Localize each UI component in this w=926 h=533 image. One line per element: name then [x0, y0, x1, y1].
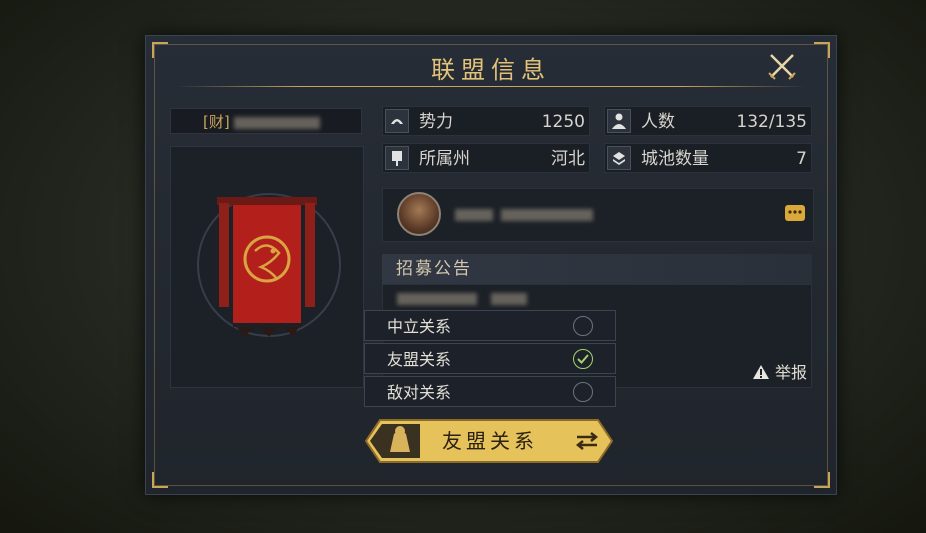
relation-option-neutral[interactable]: 中立关系: [364, 310, 616, 341]
radio-empty-icon: [573, 382, 593, 402]
redacted-leader-name: [501, 209, 593, 221]
warning-icon: [752, 365, 769, 379]
stat-members-value: 132/135: [736, 112, 807, 132]
stat-cities-label: 城池数量: [641, 149, 709, 169]
alliance-banner-frame: [170, 146, 364, 388]
power-icon: [385, 109, 409, 133]
relation-option-label: 敌对关系: [387, 383, 452, 402]
redacted-leader-name: [455, 209, 493, 221]
alliance-banner: [217, 197, 317, 337]
people-icon: [607, 109, 631, 133]
report-button[interactable]: 举报: [752, 359, 807, 383]
relation-toggle-button[interactable]: 友盟关系: [364, 418, 614, 464]
dialog-title: 联盟信息: [431, 56, 551, 84]
city-icon: [607, 146, 631, 170]
title-divider: [176, 86, 806, 87]
swap-arrows-icon: [575, 432, 599, 450]
stat-power-label: 势力: [419, 112, 453, 132]
stat-region-value: 河北: [551, 149, 585, 169]
stat-region-label: 所属州: [419, 149, 470, 169]
radio-empty-icon: [573, 316, 593, 336]
stat-members: 人数 132/135: [604, 106, 812, 136]
chat-button[interactable]: [785, 205, 805, 221]
alliance-info-dialog: 联盟信息 [财] 势力 1250 人数 132/135 所属州 河北 城池数量 …: [145, 35, 837, 495]
stat-power: 势力 1250: [382, 106, 590, 136]
close-button[interactable]: [766, 50, 798, 82]
alliance-tag: [财]: [203, 113, 230, 131]
crossed-swords-icon: [768, 54, 796, 80]
stat-cities: 城池数量 7: [604, 143, 812, 173]
relation-option-label: 中立关系: [387, 317, 452, 336]
redacted-notice-text: [491, 293, 527, 305]
redacted-notice-text: [397, 293, 477, 305]
relation-option-allied[interactable]: 友盟关系: [364, 343, 616, 374]
leader-avatar[interactable]: [397, 192, 441, 236]
stat-power-value: 1250: [541, 112, 585, 132]
corner-ornament: [814, 472, 830, 488]
relation-option-hostile[interactable]: 敌对关系: [364, 376, 616, 407]
report-label: 举报: [774, 363, 807, 382]
recruit-notice-header: 招募公告: [382, 254, 812, 284]
leader-row: [382, 188, 814, 242]
region-icon: [385, 146, 409, 170]
relation-button-label: 友盟关系: [442, 429, 538, 453]
redacted-name: [233, 116, 320, 129]
stat-members-label: 人数: [641, 112, 675, 132]
check-circle-icon: [573, 349, 593, 369]
stat-cities-value: 7: [796, 149, 807, 169]
chat-bubble-icon: [788, 210, 802, 214]
alliance-name: [财]: [170, 108, 362, 134]
stat-region: 所属州 河北: [382, 143, 590, 173]
corner-ornament: [152, 472, 168, 488]
relation-option-label: 友盟关系: [387, 350, 452, 369]
relation-dropdown: 中立关系 友盟关系 敌对关系: [364, 310, 616, 409]
